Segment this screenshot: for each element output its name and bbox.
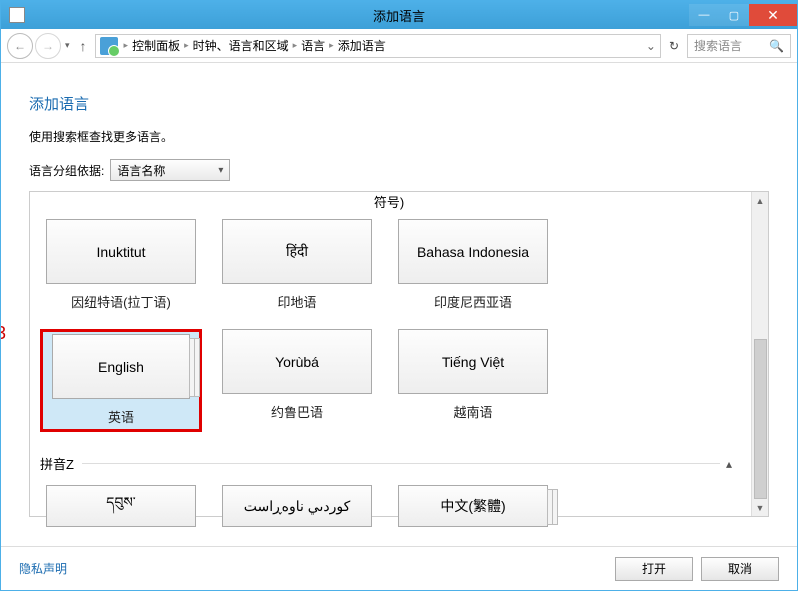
forward-button[interactable]: → [35, 33, 61, 59]
footer: 隐私声明 打开 取消 [1, 546, 797, 590]
back-button[interactable]: ← [7, 33, 33, 59]
lang-tile-chinese-traditional[interactable]: 中文(繁體) [392, 485, 554, 527]
annotation-marker: 3 [1, 323, 6, 344]
lang-row: 3 English 英语 Yorùbá 约鲁巴语 Tiếng Việt 越南语 [40, 329, 738, 432]
open-button[interactable]: 打开 [615, 557, 693, 581]
close-button[interactable]: ✕ [749, 4, 797, 26]
chevron-right-icon: ▸ [124, 40, 129, 51]
lang-tile-yoruba[interactable]: Yorùbá 约鲁巴语 [216, 329, 378, 432]
language-list: 符号) Inuktitut 因纽特语(拉丁语) हिंदी 印地语 Bahasa… [29, 191, 769, 517]
location-icon [100, 37, 118, 55]
window-title: 添加语言 [373, 6, 425, 25]
lang-tile-english[interactable]: English 英语 [40, 329, 202, 432]
group-by-combo[interactable]: 语言名称 [110, 159, 230, 181]
lang-tile-tibetan[interactable]: དབུས་ [40, 485, 202, 527]
crumb-language[interactable]: 语言 [301, 37, 325, 54]
chevron-right-icon: ▸ [329, 40, 334, 51]
section-label: 拼音Z [40, 454, 74, 473]
lang-tile-central-kurdish[interactable]: كوردىي ناوەڕاست [216, 485, 378, 527]
lang-tile-indonesian[interactable]: Bahasa Indonesia 印度尼西亚语 [392, 219, 554, 311]
tile-native-name: 中文(繁體) [398, 485, 548, 527]
nav-toolbar: ← → ▾ ↑ ▸ 控制面板 ▸ 时钟、语言和区域 ▸ 语言 ▸ 添加语言 ⌄ … [1, 29, 797, 63]
content-area: 添加语言 使用搜索框查找更多语言。 语言分组依据: 语言名称 符号) Inukt… [1, 63, 797, 546]
partial-tile-top: 符号) [40, 190, 738, 213]
search-input[interactable]: 搜索语言 🔍 [687, 34, 791, 58]
tile-native-name: English [52, 334, 190, 399]
tile-native-name: हिंदी [222, 219, 372, 284]
group-by-label: 语言分组依据: [29, 162, 104, 179]
breadcrumb[interactable]: ▸ 控制面板 ▸ 时钟、语言和区域 ▸ 语言 ▸ 添加语言 ⌄ [95, 34, 661, 58]
section-divider [82, 463, 720, 464]
crumb-control-panel[interactable]: 控制面板 [132, 37, 180, 54]
tile-native-name: كوردىي ناوەڕاست [222, 485, 372, 527]
tile-native-name: Yorùbá [222, 329, 372, 394]
group-by-value: 语言名称 [117, 162, 165, 179]
history-dropdown-icon[interactable]: ▾ [63, 40, 72, 51]
tile-caption: 英语 [108, 407, 134, 426]
collapse-icon[interactable]: ▴ [720, 457, 738, 471]
scrollbar[interactable]: ▲ ▼ [751, 192, 768, 516]
group-by-row: 语言分组依据: 语言名称 [29, 159, 769, 181]
scroll-down-button[interactable]: ▼ [752, 499, 768, 516]
lang-tile-vietnamese[interactable]: Tiếng Việt 越南语 [392, 329, 554, 432]
lang-tile-hindi[interactable]: हिंदी 印地语 [216, 219, 378, 311]
up-button[interactable]: ↑ [74, 38, 93, 54]
page-hint: 使用搜索框查找更多语言。 [29, 128, 769, 145]
window: 添加语言 — ▢ ✕ ← → ▾ ↑ ▸ 控制面板 ▸ 时钟、语言和区域 ▸ 语… [0, 0, 798, 591]
tile-native-name: Bahasa Indonesia [398, 219, 548, 284]
tile-native-name: Tiếng Việt [398, 329, 548, 394]
lang-tile-inuktitut[interactable]: Inuktitut 因纽特语(拉丁语) [40, 219, 202, 311]
tile-caption: 因纽特语(拉丁语) [71, 292, 171, 311]
tile-caption: 印度尼西亚语 [434, 292, 512, 311]
chevron-right-icon: ▸ [184, 40, 189, 51]
minimize-button[interactable]: — [689, 4, 719, 26]
cancel-button[interactable]: 取消 [701, 557, 779, 581]
refresh-button[interactable]: ↻ [663, 39, 685, 53]
scroll-up-button[interactable]: ▲ [752, 192, 768, 209]
crumb-clock-lang-region[interactable]: 时钟、语言和区域 [193, 37, 289, 54]
search-icon: 🔍 [769, 39, 784, 53]
maximize-button[interactable]: ▢ [719, 4, 749, 26]
lang-row: དབུས་ كوردىي ناوەڕاست 中文(繁體) [40, 485, 738, 527]
section-header-z[interactable]: 拼音Z ▴ [40, 454, 738, 475]
tile-caption: 印地语 [277, 292, 316, 311]
app-icon [9, 7, 25, 23]
window-controls: — ▢ ✕ [689, 4, 797, 26]
tile-caption: 约鲁巴语 [271, 402, 323, 421]
tile-caption: 越南语 [453, 402, 492, 421]
tile-native-name: དབུས་ [46, 485, 196, 527]
breadcrumb-dropdown-icon[interactable]: ⌄ [646, 39, 656, 53]
page-title: 添加语言 [29, 93, 769, 114]
titlebar: 添加语言 — ▢ ✕ [1, 1, 797, 29]
privacy-link[interactable]: 隐私声明 [19, 560, 67, 577]
chevron-right-icon: ▸ [293, 40, 298, 51]
lang-row: Inuktitut 因纽特语(拉丁语) हिंदी 印地语 Bahasa Ind… [40, 219, 738, 311]
tile-native-name: Inuktitut [46, 219, 196, 284]
scroll-thumb[interactable] [754, 339, 767, 499]
search-placeholder: 搜索语言 [694, 37, 742, 54]
crumb-add-language[interactable]: 添加语言 [338, 37, 386, 54]
